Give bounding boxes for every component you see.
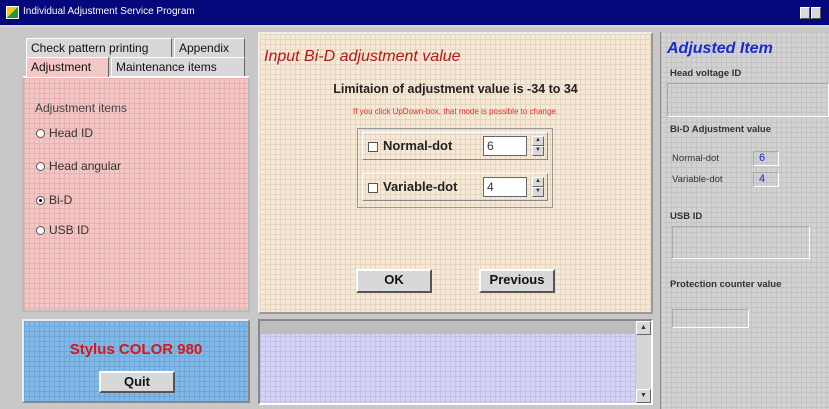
scroll-down-icon[interactable]: ▼: [636, 389, 651, 403]
spin-down-icon[interactable]: ▼: [532, 187, 544, 197]
radio-button-selected[interactable]: [36, 195, 45, 205]
quit-button[interactable]: Quit: [99, 371, 175, 393]
bi-d-adjustment-label: Bi-D Adjustment value: [670, 124, 771, 135]
radio-head-id[interactable]: Head ID: [36, 126, 93, 140]
head-voltage-label: Head voltage ID: [670, 68, 742, 79]
log-scrollbar[interactable]: ▲ ▼: [636, 321, 651, 403]
radio-bi-d[interactable]: Bi-D: [36, 193, 72, 207]
normal-dot-spinner[interactable]: ▲ ▼: [532, 136, 544, 156]
limit-text: Limitaion of adjustment value is -34 to …: [333, 82, 578, 96]
usb-id-value: [672, 226, 810, 259]
radio-button[interactable]: [36, 225, 45, 235]
radio-button[interactable]: [36, 128, 45, 138]
normal-dot-checkbox[interactable]: [368, 142, 378, 152]
spin-up-icon[interactable]: ▲: [532, 177, 544, 187]
adjustment-items-label: Adjustment items: [35, 101, 128, 115]
radio-label: Head ID: [49, 126, 94, 140]
variable-dot-summary-value: 4: [753, 172, 779, 187]
head-voltage-value: [667, 83, 829, 117]
window-controls[interactable]: [800, 7, 821, 19]
normal-dot-input[interactable]: 6: [483, 136, 527, 156]
app-icon: [6, 6, 19, 19]
maximize-icon[interactable]: [800, 7, 810, 19]
radio-label: Head angular: [49, 159, 122, 173]
radio-label: USB ID: [49, 223, 90, 237]
hint-text: If you click UpDown-box, that mode is po…: [353, 107, 558, 116]
previous-button[interactable]: Previous: [479, 269, 555, 293]
close-icon[interactable]: [811, 7, 821, 19]
normal-dot-row: Normal-dot 6 ▲ ▼: [362, 132, 548, 160]
usb-id-label: USB ID: [670, 211, 703, 222]
radio-head-angular[interactable]: Head angular: [36, 159, 121, 173]
adjusted-item-title: Adjusted Item: [667, 40, 773, 57]
normal-dot-summary-label: Normal-dot: [672, 153, 719, 164]
variable-dot-checkbox[interactable]: [368, 183, 378, 193]
variable-dot-label: Variable-dot: [383, 179, 458, 194]
normal-dot-label: Normal-dot: [383, 138, 453, 153]
tab-check-pattern-printing[interactable]: Check pattern printing: [26, 38, 172, 57]
scroll-up-icon[interactable]: ▲: [636, 321, 651, 335]
spin-down-icon[interactable]: ▼: [532, 146, 544, 156]
ok-button[interactable]: OK: [356, 269, 432, 293]
printer-model-name: Stylus COLOR 980: [69, 341, 203, 358]
normal-dot-summary-value: 6: [753, 151, 779, 166]
variable-dot-spinner[interactable]: ▲ ▼: [532, 177, 544, 197]
spin-up-icon[interactable]: ▲: [532, 136, 544, 146]
radio-button[interactable]: [36, 161, 45, 171]
input-panel-title: Input Bi-D adjustment value: [264, 48, 461, 65]
tab-maintenance-items[interactable]: Maintenance items: [111, 57, 245, 76]
protection-counter-label: Protection counter value: [670, 279, 782, 290]
radio-usb-id[interactable]: USB ID: [36, 223, 89, 237]
tab-appendix[interactable]: Appendix: [174, 38, 245, 57]
radio-label: Bi-D: [49, 193, 73, 207]
variable-dot-summary-label: Variable-dot: [672, 174, 723, 185]
variable-dot-row: Variable-dot 4 ▲ ▼: [362, 173, 548, 201]
variable-dot-input[interactable]: 4: [483, 177, 527, 197]
protection-counter-value: [672, 309, 749, 328]
tab-adjustment[interactable]: Adjustment: [26, 57, 109, 77]
log-header: [260, 321, 635, 334]
window-title: Individual Adjustment Service Program: [23, 6, 195, 17]
